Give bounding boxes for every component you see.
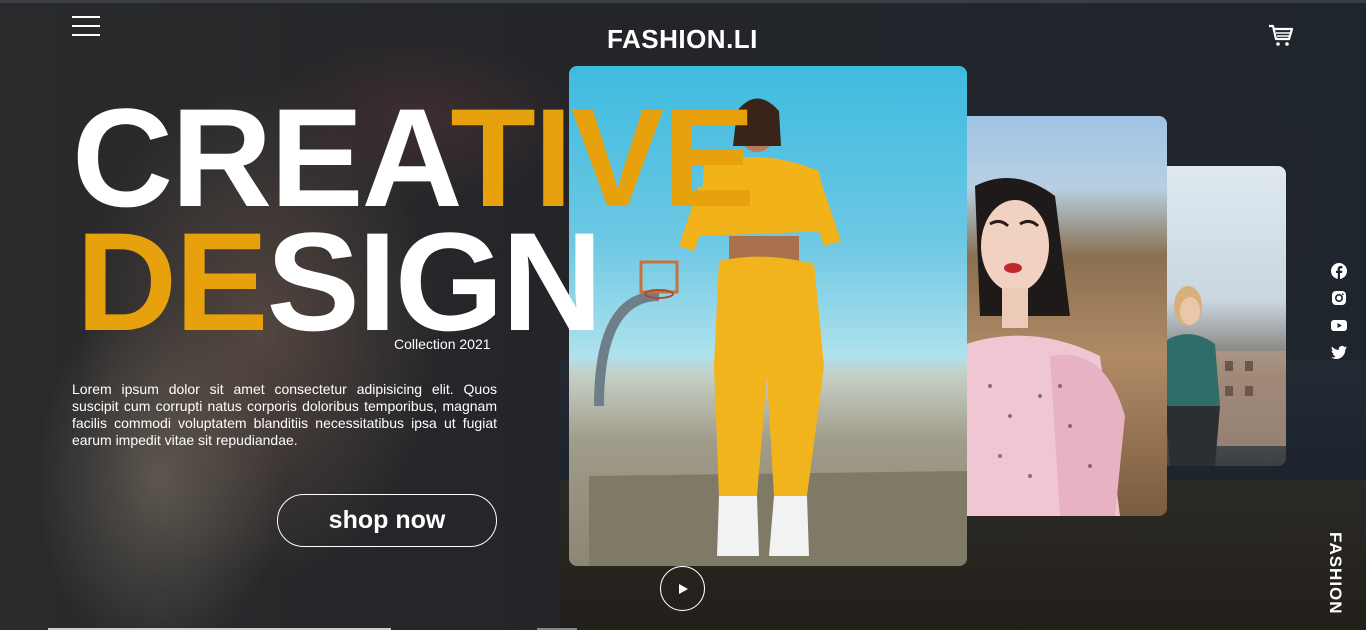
play-icon [678,583,688,594]
collection-label: Collection 2021 [394,336,491,352]
shopping-cart-icon[interactable] [1268,24,1294,48]
twitter-icon[interactable] [1331,344,1347,360]
instagram-icon[interactable] [1331,290,1347,306]
hero-title-line-2: DESIGN [76,212,603,352]
youtube-icon[interactable] [1331,317,1347,333]
top-border [0,0,1366,3]
facebook-icon[interactable] [1331,263,1347,279]
hero-description: Lorem ipsum dolor sit amet consectetur a… [72,381,497,448]
play-button[interactable] [660,566,705,611]
side-label-fashion: FASHION [1326,532,1345,615]
hamburger-menu-icon[interactable] [72,16,100,38]
hero-title-accent-part: DE [76,203,268,360]
brand-logo[interactable]: FASHION.LI [607,24,758,55]
shop-now-button[interactable]: shop now [277,494,497,547]
